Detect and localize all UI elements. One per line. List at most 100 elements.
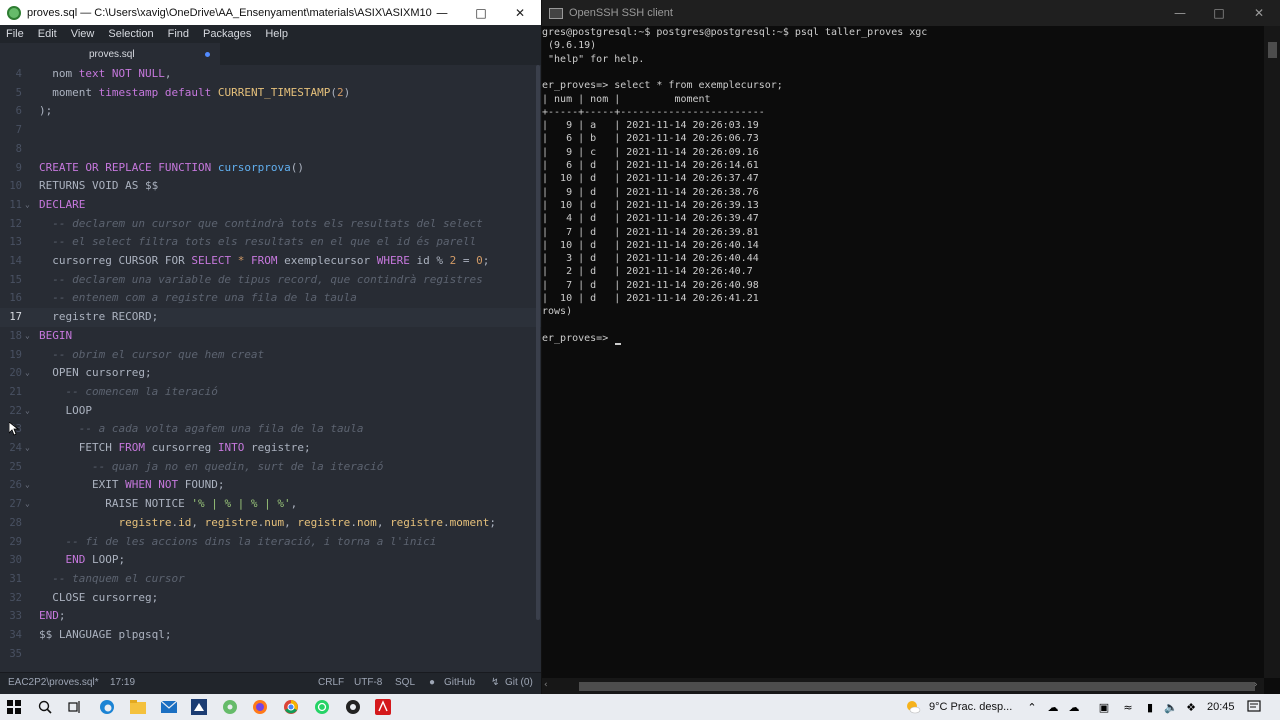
code-line[interactable]: 34 $$ LANGUAGE plpgsql; xyxy=(0,626,541,645)
code-line[interactable]: 31 -- tanquem el cursor xyxy=(0,570,541,589)
menu-find[interactable]: Find xyxy=(168,28,189,40)
minimize-button[interactable]: — xyxy=(423,0,461,25)
status-file-path[interactable]: EAC2P2\proves.sql* xyxy=(8,677,99,688)
onedrive-icon[interactable]: ☁ xyxy=(1045,699,1061,715)
volume-icon[interactable]: 🔈 xyxy=(1163,699,1179,715)
code-line[interactable]: 6); xyxy=(0,102,541,121)
terminal-output[interactable]: gres@postgresql:~$ postgres@postgresql:~… xyxy=(542,26,1264,678)
editor-scrollbar[interactable] xyxy=(536,65,540,620)
code-line[interactable]: 22 ⌄ LOOP xyxy=(0,402,541,421)
menu-edit[interactable]: Edit xyxy=(38,28,57,40)
code-editor[interactable]: 4 nom text NOT NULL, 5 moment timestamp … xyxy=(0,65,541,670)
close-button[interactable]: ✕ xyxy=(501,0,539,25)
terminal-minimize-button[interactable]: — xyxy=(1161,0,1199,26)
code-line[interactable]: 10 RETURNS VOID AS $$ xyxy=(0,177,541,196)
menu-file[interactable]: File xyxy=(6,28,24,40)
code-line[interactable]: 7 xyxy=(0,121,541,140)
code-line[interactable]: 9 CREATE OR REPLACE FUNCTION cursorprova(… xyxy=(0,159,541,178)
fold-chevron-icon[interactable]: ⌄ xyxy=(25,495,30,514)
code-line[interactable]: 4 nom text NOT NULL, xyxy=(0,65,541,84)
photos-app-icon[interactable] xyxy=(191,699,207,715)
terminal-hscroll-thumb[interactable] xyxy=(579,682,1255,691)
git-branch-icon[interactable]: ↯ xyxy=(491,677,499,688)
mail-icon[interactable] xyxy=(161,699,177,715)
code-line[interactable]: 30 END LOOP; xyxy=(0,551,541,570)
terminal-maximize-button[interactable]: □ xyxy=(1200,0,1238,26)
terminal-window[interactable]: OpenSSH SSH client — □ ✕ gres@postgresql… xyxy=(542,0,1280,694)
status-line-ending[interactable]: CRLF xyxy=(318,677,344,688)
fold-chevron-icon[interactable]: ⌄ xyxy=(25,196,30,215)
terminal-scroll-thumb[interactable] xyxy=(1268,42,1277,58)
notifications-icon[interactable] xyxy=(1246,699,1262,715)
terminal-horizontal-scrollbar[interactable]: ‹ › xyxy=(542,678,1264,694)
network-icon[interactable]: ▣ xyxy=(1096,699,1112,715)
code-line[interactable]: 32 CLOSE cursorreg; xyxy=(0,589,541,608)
file-explorer-icon[interactable] xyxy=(130,699,146,715)
battery-icon[interactable]: ▮ xyxy=(1142,699,1158,715)
fold-chevron-icon[interactable]: ⌄ xyxy=(25,476,30,495)
code-line-current[interactable]: 17 registre RECORD; xyxy=(0,308,541,327)
maximize-button[interactable]: □ xyxy=(462,0,500,25)
code-line[interactable]: 20 ⌄ OPEN cursorreg; xyxy=(0,364,541,383)
status-cursor-position[interactable]: 17:19 xyxy=(110,677,135,688)
code-line[interactable]: 26 ⌄ EXIT WHEN NOT FOUND; xyxy=(0,476,541,495)
code-line[interactable]: 24 ⌄ FETCH FROM cursorreg INTO registre; xyxy=(0,439,541,458)
tray-expand-icon[interactable]: ⌃ xyxy=(1024,699,1040,715)
code-line[interactable]: 18 ⌄ BEGIN xyxy=(0,327,541,346)
windows-start-icon[interactable] xyxy=(6,699,22,715)
terminal-titlebar[interactable]: OpenSSH SSH client — □ ✕ xyxy=(542,0,1280,26)
atom-taskbar-icon[interactable] xyxy=(222,699,238,715)
editor-window[interactable]: proves.sql — C:\Users\xavig\OneDrive\AA_… xyxy=(0,0,541,694)
code-line[interactable]: 33 END; xyxy=(0,607,541,626)
chrome-icon[interactable] xyxy=(283,699,299,715)
code-line[interactable]: 23 -- a cada volta agafem una fila de la… xyxy=(0,420,541,439)
search-icon[interactable] xyxy=(37,699,53,715)
fold-chevron-icon[interactable]: ⌄ xyxy=(25,364,30,383)
modified-indicator[interactable] xyxy=(205,52,210,57)
obs-icon[interactable] xyxy=(345,699,361,715)
editor-titlebar[interactable]: proves.sql — C:\Users\xavig\OneDrive\AA_… xyxy=(0,0,541,25)
fold-chevron-icon[interactable]: ⌄ xyxy=(25,327,30,346)
tab-proves-sql[interactable]: proves.sql xyxy=(0,43,220,65)
fold-chevron-icon[interactable]: ⌄ xyxy=(25,439,30,458)
menu-packages[interactable]: Packages xyxy=(203,28,251,40)
scroll-right-arrow-icon[interactable]: › xyxy=(1254,680,1258,690)
whatsapp-icon[interactable] xyxy=(314,699,330,715)
scroll-left-arrow-icon[interactable]: ‹ xyxy=(544,680,548,690)
task-view-icon[interactable] xyxy=(67,699,83,715)
code-line[interactable]: 35 xyxy=(0,645,541,664)
code-line[interactable]: 5 moment timestamp default CURRENT_TIMES… xyxy=(0,84,541,103)
fold-chevron-icon[interactable]: ⌄ xyxy=(25,402,30,421)
code-line[interactable]: 21 -- comencem la iteració xyxy=(0,383,541,402)
code-line[interactable]: 29 -- fi de les accions dins la iteració… xyxy=(0,533,541,552)
wifi-icon[interactable]: ≈ xyxy=(1120,699,1136,715)
status-git[interactable]: Git (0) xyxy=(505,677,533,688)
menu-help[interactable]: Help xyxy=(265,28,288,40)
github-icon[interactable]: ● xyxy=(429,677,435,688)
terminal-prompt[interactable]: er_proves=> xyxy=(542,332,614,345)
code-line[interactable]: 15 -- declarem una variable de tipus rec… xyxy=(0,271,541,290)
dropbox-icon[interactable]: ❖ xyxy=(1183,699,1199,715)
edge-browser-icon[interactable] xyxy=(99,699,115,715)
status-grammar[interactable]: SQL xyxy=(395,677,415,688)
firefox-icon[interactable] xyxy=(252,699,268,715)
code-line[interactable]: 27 ⌄ RAISE NOTICE '% | % | % | %', xyxy=(0,495,541,514)
menu-selection[interactable]: Selection xyxy=(108,28,153,40)
code-line[interactable]: 14 cursorreg CURSOR FOR SELECT * FROM ex… xyxy=(0,252,541,271)
code-line[interactable]: 19 -- obrim el cursor que hem creat xyxy=(0,346,541,365)
code-line[interactable]: 8 xyxy=(0,140,541,159)
cloud-sync-icon[interactable]: ☁ xyxy=(1066,699,1082,715)
code-line[interactable]: 25 -- quan ja no en quedin, surt de la i… xyxy=(0,458,541,477)
code-line[interactable]: 28 registre.id, registre.num, registre.n… xyxy=(0,514,541,533)
weather-status[interactable]: 9°C Prac. desp... xyxy=(929,701,1012,713)
code-line[interactable]: 13 -- el select filtra tots els resultat… xyxy=(0,233,541,252)
menu-view[interactable]: View xyxy=(71,28,95,40)
clock-time[interactable]: 20:45 xyxy=(1207,701,1235,713)
status-github[interactable]: GitHub xyxy=(444,677,475,688)
code-line[interactable]: 11 ⌄ DECLARE xyxy=(0,196,541,215)
status-encoding[interactable]: UTF-8 xyxy=(354,677,382,688)
code-line[interactable]: 12 -- declarem un cursor que contindrà t… xyxy=(0,215,541,234)
terminal-close-button[interactable]: ✕ xyxy=(1240,0,1278,26)
acrobat-icon[interactable] xyxy=(375,699,391,715)
weather-icon[interactable] xyxy=(905,699,921,715)
